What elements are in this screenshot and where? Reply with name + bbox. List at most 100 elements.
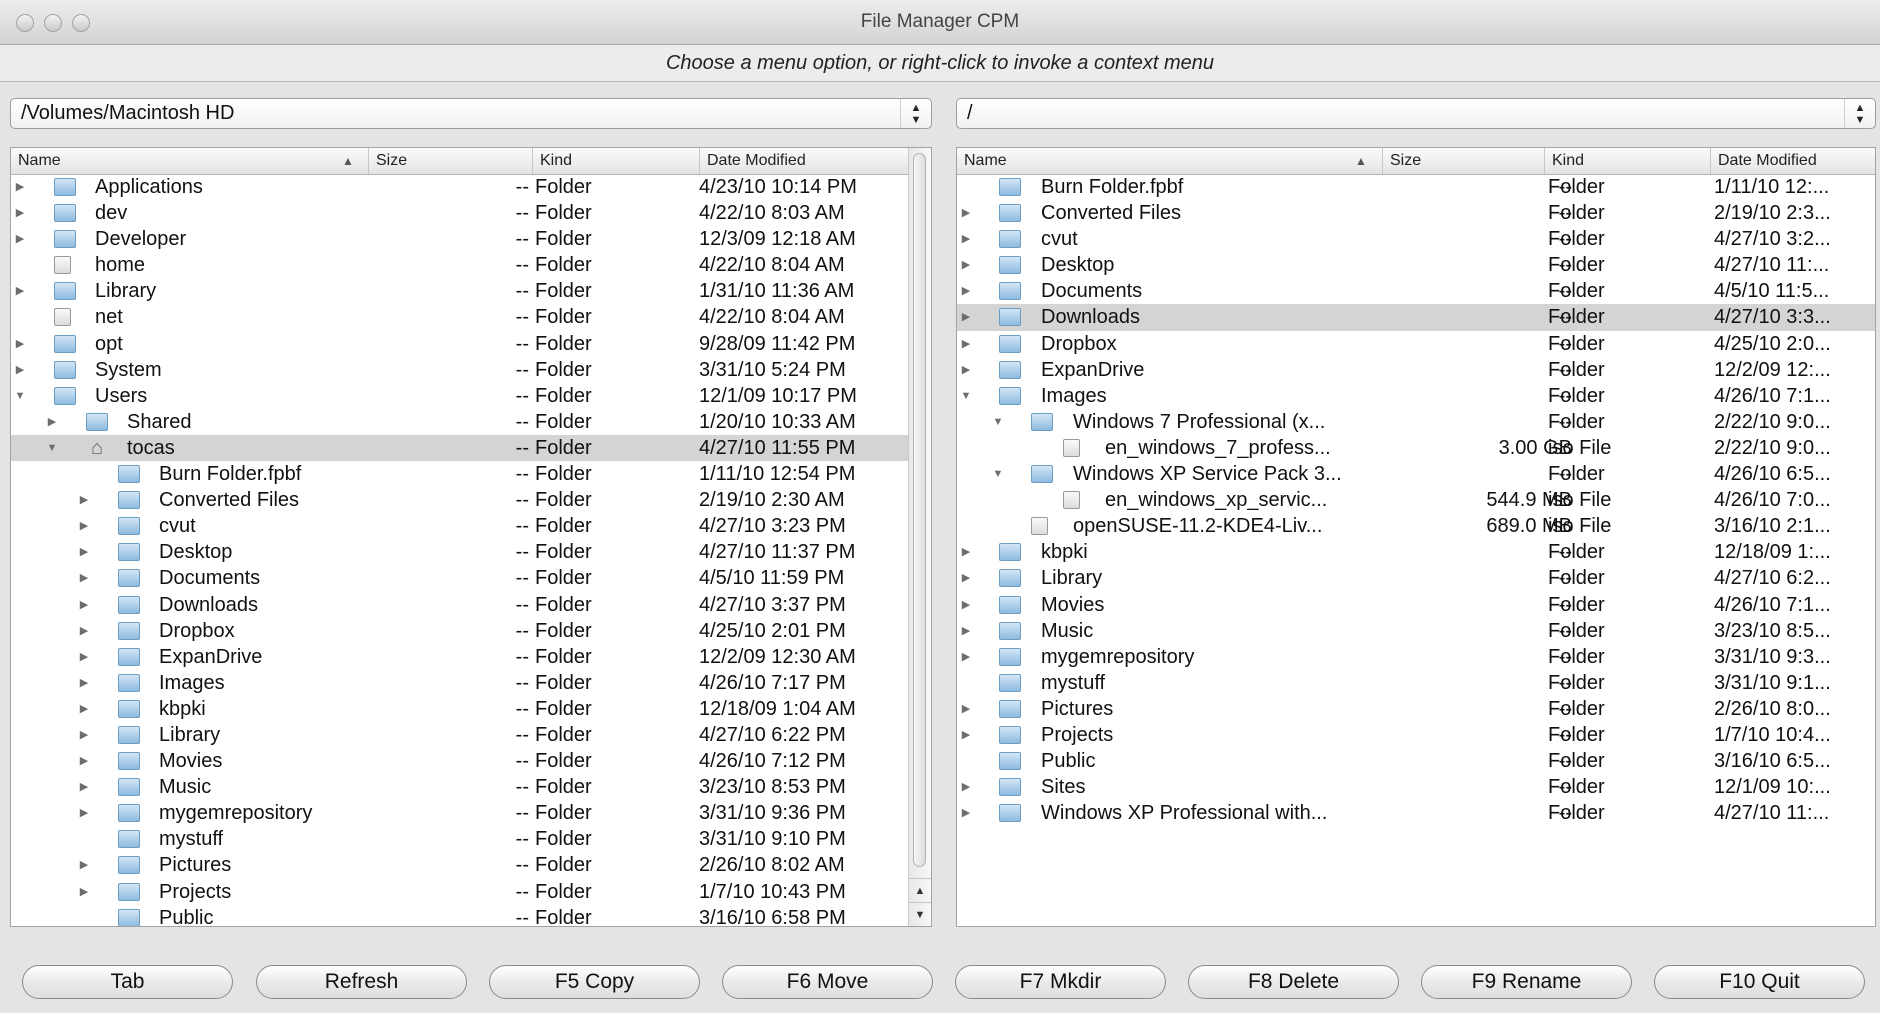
title-bar[interactable]: File Manager CPM <box>0 0 1880 45</box>
file-row[interactable]: ▶ Dropbox -- Folder 4/25/10 2:0... <box>957 331 1875 357</box>
disclosure-closed-icon[interactable]: ▶ <box>77 487 91 513</box>
file-row[interactable]: ▶ Documents -- Folder 4/5/10 11:59 PM <box>11 565 931 591</box>
disclosure-closed-icon[interactable]: ▶ <box>959 800 973 826</box>
file-row[interactable]: ▼ Users -- Folder 12/1/09 10:17 PM <box>11 383 931 409</box>
file-row[interactable]: ▶ Converted Files -- Folder 2/19/10 2:30 AM <box>11 487 931 513</box>
disclosure-closed-icon[interactable]: ▶ <box>959 252 973 278</box>
file-row[interactable]: ▶ Applications -- Folder 4/23/10 10:14 PM <box>11 174 931 200</box>
scroll-thumb[interactable] <box>913 153 926 867</box>
disclosure-closed-icon[interactable]: ▶ <box>959 357 973 383</box>
file-row[interactable]: ▶ Desktop -- Folder 4/27/10 11:... <box>957 252 1875 278</box>
file-row[interactable]: ▶ kbpki -- Folder 12/18/09 1:04 AM <box>11 696 931 722</box>
disclosure-closed-icon[interactable]: ▶ <box>959 304 973 330</box>
file-row[interactable]: ▶ ExpanDrive -- Folder 12/2/09 12:30 AM <box>11 644 931 670</box>
file-row[interactable]: ▶ kbpki -- Folder 12/18/09 1:... <box>957 539 1875 565</box>
file-row[interactable]: ▶ opt -- Folder 9/28/09 11:42 PM <box>11 331 931 357</box>
disclosure-closed-icon[interactable]: ▶ <box>959 696 973 722</box>
left-file-panel[interactable]: Name ▲ Size Kind Date Modified ▶ Applicat… <box>10 147 932 927</box>
file-row[interactable]: mystuff -- Folder 3/31/10 9:1... <box>957 670 1875 696</box>
disclosure-closed-icon[interactable]: ▶ <box>77 852 91 878</box>
column-date-modified[interactable]: Date Modified <box>1710 148 1875 174</box>
disclosure-closed-icon[interactable]: ▶ <box>77 592 91 618</box>
file-row[interactable]: ▶ dev -- Folder 4/22/10 8:03 AM <box>11 200 931 226</box>
file-row[interactable]: ▶ Movies -- Folder 4/26/10 7:1... <box>957 592 1875 618</box>
disclosure-closed-icon[interactable]: ▶ <box>959 774 973 800</box>
disclosure-closed-icon[interactable]: ▶ <box>959 644 973 670</box>
file-row[interactable]: ▶ Desktop -- Folder 4/27/10 11:37 PM <box>11 539 931 565</box>
file-row[interactable]: ▶ Sites -- Folder 12/1/09 10:... <box>957 774 1875 800</box>
disclosure-closed-icon[interactable]: ▶ <box>959 592 973 618</box>
file-row[interactable]: ▶ mygemrepository -- Folder 3/31/10 9:3... <box>957 644 1875 670</box>
disclosure-closed-icon[interactable]: ▶ <box>77 800 91 826</box>
file-row[interactable]: ▼ Windows 7 Professional (x... -- Folder 2/2… <box>957 409 1875 435</box>
disclosure-closed-icon[interactable]: ▶ <box>77 618 91 644</box>
file-row[interactable]: Public -- Folder 3/16/10 6:5... <box>957 748 1875 774</box>
file-row[interactable]: ▶ Developer -- Folder 12/3/09 12:18 AM <box>11 226 931 252</box>
file-row[interactable]: ▶ Pictures -- Folder 2/26/10 8:02 AM <box>11 852 931 878</box>
left-vertical-scrollbar[interactable]: ▲ ▼ <box>908 148 931 926</box>
disclosure-closed-icon[interactable]: ▶ <box>77 670 91 696</box>
file-row[interactable]: ▼ Images -- Folder 4/26/10 7:1... <box>957 383 1875 409</box>
file-row[interactable]: mystuff -- Folder 3/31/10 9:10 PM <box>11 826 931 852</box>
file-row[interactable]: ▶ System -- Folder 3/31/10 5:24 PM <box>11 357 931 383</box>
file-row[interactable]: ▶ Windows XP Professional with... -- Folder… <box>957 800 1875 826</box>
disclosure-open-icon[interactable]: ▼ <box>959 383 973 409</box>
disclosure-open-icon[interactable]: ▼ <box>45 435 59 461</box>
file-row[interactable]: openSUSE-11.2-KDE4-Liv... 689.0 MB iso Fil… <box>957 513 1875 539</box>
disclosure-closed-icon[interactable]: ▶ <box>77 748 91 774</box>
file-row[interactable]: ▶ Projects -- Folder 1/7/10 10:4... <box>957 722 1875 748</box>
file-row[interactable]: ▶ Projects -- Folder 1/7/10 10:43 PM <box>11 879 931 905</box>
column-date-modified[interactable]: Date Modified <box>699 148 911 174</box>
disclosure-open-icon[interactable]: ▼ <box>991 409 1005 435</box>
disclosure-open-icon[interactable]: ▼ <box>991 461 1005 487</box>
file-row[interactable]: Public -- Folder 3/16/10 6:58 PM <box>11 905 931 926</box>
file-row[interactable]: ▶ ExpanDrive -- Folder 12/2/09 12:... <box>957 357 1875 383</box>
column-size[interactable]: Size <box>368 148 532 174</box>
file-row[interactable]: net -- Folder 4/22/10 8:04 AM <box>11 304 931 330</box>
disclosure-closed-icon[interactable]: ▶ <box>959 565 973 591</box>
disclosure-closed-icon[interactable]: ▶ <box>77 879 91 905</box>
file-row[interactable]: ▶ Library -- Folder 4/27/10 6:2... <box>957 565 1875 591</box>
disclosure-closed-icon[interactable]: ▶ <box>77 539 91 565</box>
disclosure-closed-icon[interactable]: ▶ <box>959 200 973 226</box>
disclosure-closed-icon[interactable]: ▶ <box>45 409 59 435</box>
file-row[interactable]: ▶ mygemrepository -- Folder 3/31/10 9:36 PM <box>11 800 931 826</box>
disclosure-closed-icon[interactable]: ▶ <box>13 278 27 304</box>
tab-button[interactable]: Tab <box>22 965 233 999</box>
file-row[interactable]: ▶ Library -- Folder 4/27/10 6:22 PM <box>11 722 931 748</box>
disclosure-closed-icon[interactable]: ▶ <box>77 722 91 748</box>
file-row[interactable]: ▶ Downloads -- Folder 4/27/10 3:3... <box>957 304 1875 331</box>
disclosure-closed-icon[interactable]: ▶ <box>77 565 91 591</box>
mkdir-button[interactable]: F7 Mkdir <box>955 965 1166 999</box>
file-row[interactable]: ▶ cvut -- Folder 4/27/10 3:23 PM <box>11 513 931 539</box>
file-row[interactable]: home -- Folder 4/22/10 8:04 AM <box>11 252 931 278</box>
file-row[interactable]: ▶ Pictures -- Folder 2/26/10 8:0... <box>957 696 1875 722</box>
disclosure-closed-icon[interactable]: ▶ <box>959 618 973 644</box>
disclosure-closed-icon[interactable]: ▶ <box>13 200 27 226</box>
file-row[interactable]: ▼ ⌂ tocas -- Folder 4/27/10 11:55 PM <box>11 434 931 462</box>
file-row[interactable]: ▶ Converted Files -- Folder 2/19/10 2:3... <box>957 200 1875 226</box>
delete-button[interactable]: F8 Delete <box>1188 965 1399 999</box>
disclosure-closed-icon[interactable]: ▶ <box>959 278 973 304</box>
right-file-panel[interactable]: Name ▲ Size Kind Date Modified Burn Fold… <box>956 147 1876 927</box>
file-row[interactable]: ▶ Dropbox -- Folder 4/25/10 2:01 PM <box>11 618 931 644</box>
disclosure-closed-icon[interactable]: ▶ <box>959 539 973 565</box>
disclosure-closed-icon[interactable]: ▶ <box>13 174 27 200</box>
disclosure-closed-icon[interactable]: ▶ <box>77 696 91 722</box>
file-row[interactable]: ▶ Movies -- Folder 4/26/10 7:12 PM <box>11 748 931 774</box>
file-row[interactable]: ▶ Downloads -- Folder 4/27/10 3:37 PM <box>11 592 931 618</box>
disclosure-closed-icon[interactable]: ▶ <box>13 331 27 357</box>
disclosure-closed-icon[interactable]: ▶ <box>77 644 91 670</box>
disclosure-closed-icon[interactable]: ▶ <box>13 226 27 252</box>
file-row[interactable]: ▶ Images -- Folder 4/26/10 7:17 PM <box>11 670 931 696</box>
file-row[interactable]: ▶ Music -- Folder 3/23/10 8:5... <box>957 618 1875 644</box>
scroll-down-arrow-icon[interactable]: ▼ <box>909 902 931 926</box>
column-name[interactable]: Name <box>11 148 368 174</box>
file-row[interactable]: Burn Folder.fpbf -- Folder 1/11/10 12:54 PM <box>11 461 931 487</box>
file-row[interactable]: ▼ Windows XP Service Pack 3... -- Folder 4/2… <box>957 461 1875 487</box>
refresh-button[interactable]: Refresh <box>256 965 467 999</box>
disclosure-open-icon[interactable]: ▼ <box>13 383 27 409</box>
disclosure-closed-icon[interactable]: ▶ <box>13 357 27 383</box>
file-row[interactable]: ▶ Shared -- Folder 1/20/10 10:33 AM <box>11 409 931 435</box>
disclosure-closed-icon[interactable]: ▶ <box>77 774 91 800</box>
